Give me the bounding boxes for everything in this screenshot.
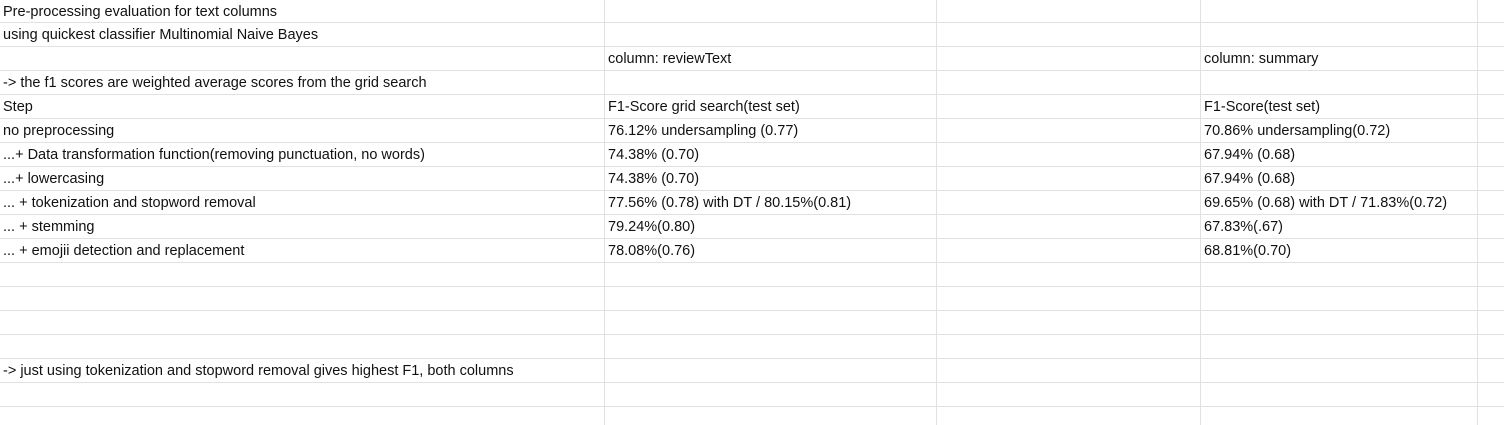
column-label-review[interactable]: column: reviewText — [605, 47, 731, 71]
table-row-summary[interactable]: 67.83%(.67) — [1201, 215, 1283, 239]
row-divider — [0, 334, 1504, 335]
table-row-review[interactable]: 76.12% undersampling (0.77) — [605, 119, 798, 143]
table-row-review[interactable]: 74.38% (0.70) — [605, 167, 699, 191]
table-row-step[interactable]: ... + emojii detection and replacement — [0, 239, 244, 263]
header-summary-f1[interactable]: F1-Score(test set) — [1201, 95, 1320, 119]
column-label-summary[interactable]: column: summary — [1201, 47, 1318, 71]
sheet-title[interactable]: Pre-processing evaluation for text colum… — [0, 0, 277, 24]
table-row-summary[interactable]: 68.81%(0.70) — [1201, 239, 1291, 263]
table-row-review[interactable]: 78.08%(0.76) — [605, 239, 695, 263]
row-divider — [0, 406, 1504, 407]
conclusion-note[interactable]: -> just using tokenization and stopword … — [0, 359, 514, 383]
column-divider — [1477, 0, 1478, 425]
table-row-summary[interactable]: 67.94% (0.68) — [1201, 143, 1295, 167]
table-row-step[interactable]: ... + tokenization and stopword removal — [0, 191, 256, 215]
table-row-summary[interactable]: 70.86% undersampling(0.72) — [1201, 119, 1390, 143]
row-divider — [0, 310, 1504, 311]
note-weighted-average[interactable]: -> the f1 scores are weighted average sc… — [0, 71, 427, 95]
sheet-subtitle[interactable]: using quickest classifier Multinomial Na… — [0, 23, 318, 47]
table-row-review[interactable]: 79.24%(0.80) — [605, 215, 695, 239]
row-divider — [0, 286, 1504, 287]
table-row-step[interactable]: ... + stemming — [0, 215, 94, 239]
table-row-step[interactable]: no preprocessing — [0, 119, 114, 143]
spreadsheet-grid: Pre-processing evaluation for text colum… — [0, 0, 1504, 425]
table-row-step[interactable]: ...+ Data transformation function(removi… — [0, 143, 425, 167]
table-row-review[interactable]: 74.38% (0.70) — [605, 143, 699, 167]
table-row-review[interactable]: 77.56% (0.78) with DT / 80.15%(0.81) — [605, 191, 851, 215]
column-divider — [936, 0, 937, 425]
header-step[interactable]: Step — [0, 95, 33, 119]
header-review-f1[interactable]: F1-Score grid search(test set) — [605, 95, 800, 119]
table-row-summary[interactable]: 67.94% (0.68) — [1201, 167, 1295, 191]
table-row-step[interactable]: ...+ lowercasing — [0, 167, 104, 191]
table-row-summary[interactable]: 69.65% (0.68) with DT / 71.83%(0.72) — [1201, 191, 1447, 215]
